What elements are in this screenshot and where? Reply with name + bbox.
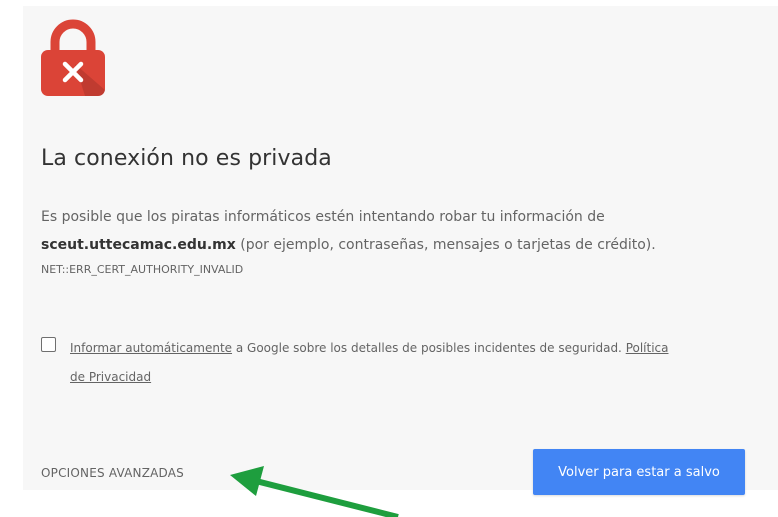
report-description: a Google sobre los detalles de posibles … bbox=[232, 341, 626, 355]
report-line-2: de Privacidad bbox=[70, 363, 765, 392]
description-line-1: Es posible que los piratas informáticos … bbox=[41, 209, 605, 225]
domain-name: sceut.uttecamac.edu.mx bbox=[41, 237, 236, 253]
description-line-2: sceut.uttecamac.edu.mx (por ejemplo, con… bbox=[41, 231, 761, 259]
description-tail: (por ejemplo, contraseñas, mensajes o ta… bbox=[235, 237, 656, 253]
description: Es posible que los piratas informáticos … bbox=[41, 203, 761, 259]
report-link[interactable]: Informar automáticamente bbox=[70, 341, 232, 355]
error-code: NET::ERR_CERT_AUTHORITY_INVALID bbox=[41, 263, 244, 276]
page-title: La conexión no es privada bbox=[41, 146, 332, 171]
report-line-1: Informar automáticamente a Google sobre … bbox=[70, 334, 765, 363]
back-to-safety-button[interactable]: Volver para estar a salvo bbox=[533, 449, 745, 495]
advanced-options-button[interactable]: OPCIONES AVANZADAS bbox=[41, 466, 184, 480]
lock-icon bbox=[41, 19, 105, 96]
privacy-policy-link-continued[interactable]: de Privacidad bbox=[70, 370, 151, 384]
report-text: Informar automáticamente a Google sobre … bbox=[70, 334, 765, 392]
report-checkbox[interactable] bbox=[41, 337, 56, 352]
privacy-policy-link[interactable]: Política bbox=[626, 341, 669, 355]
